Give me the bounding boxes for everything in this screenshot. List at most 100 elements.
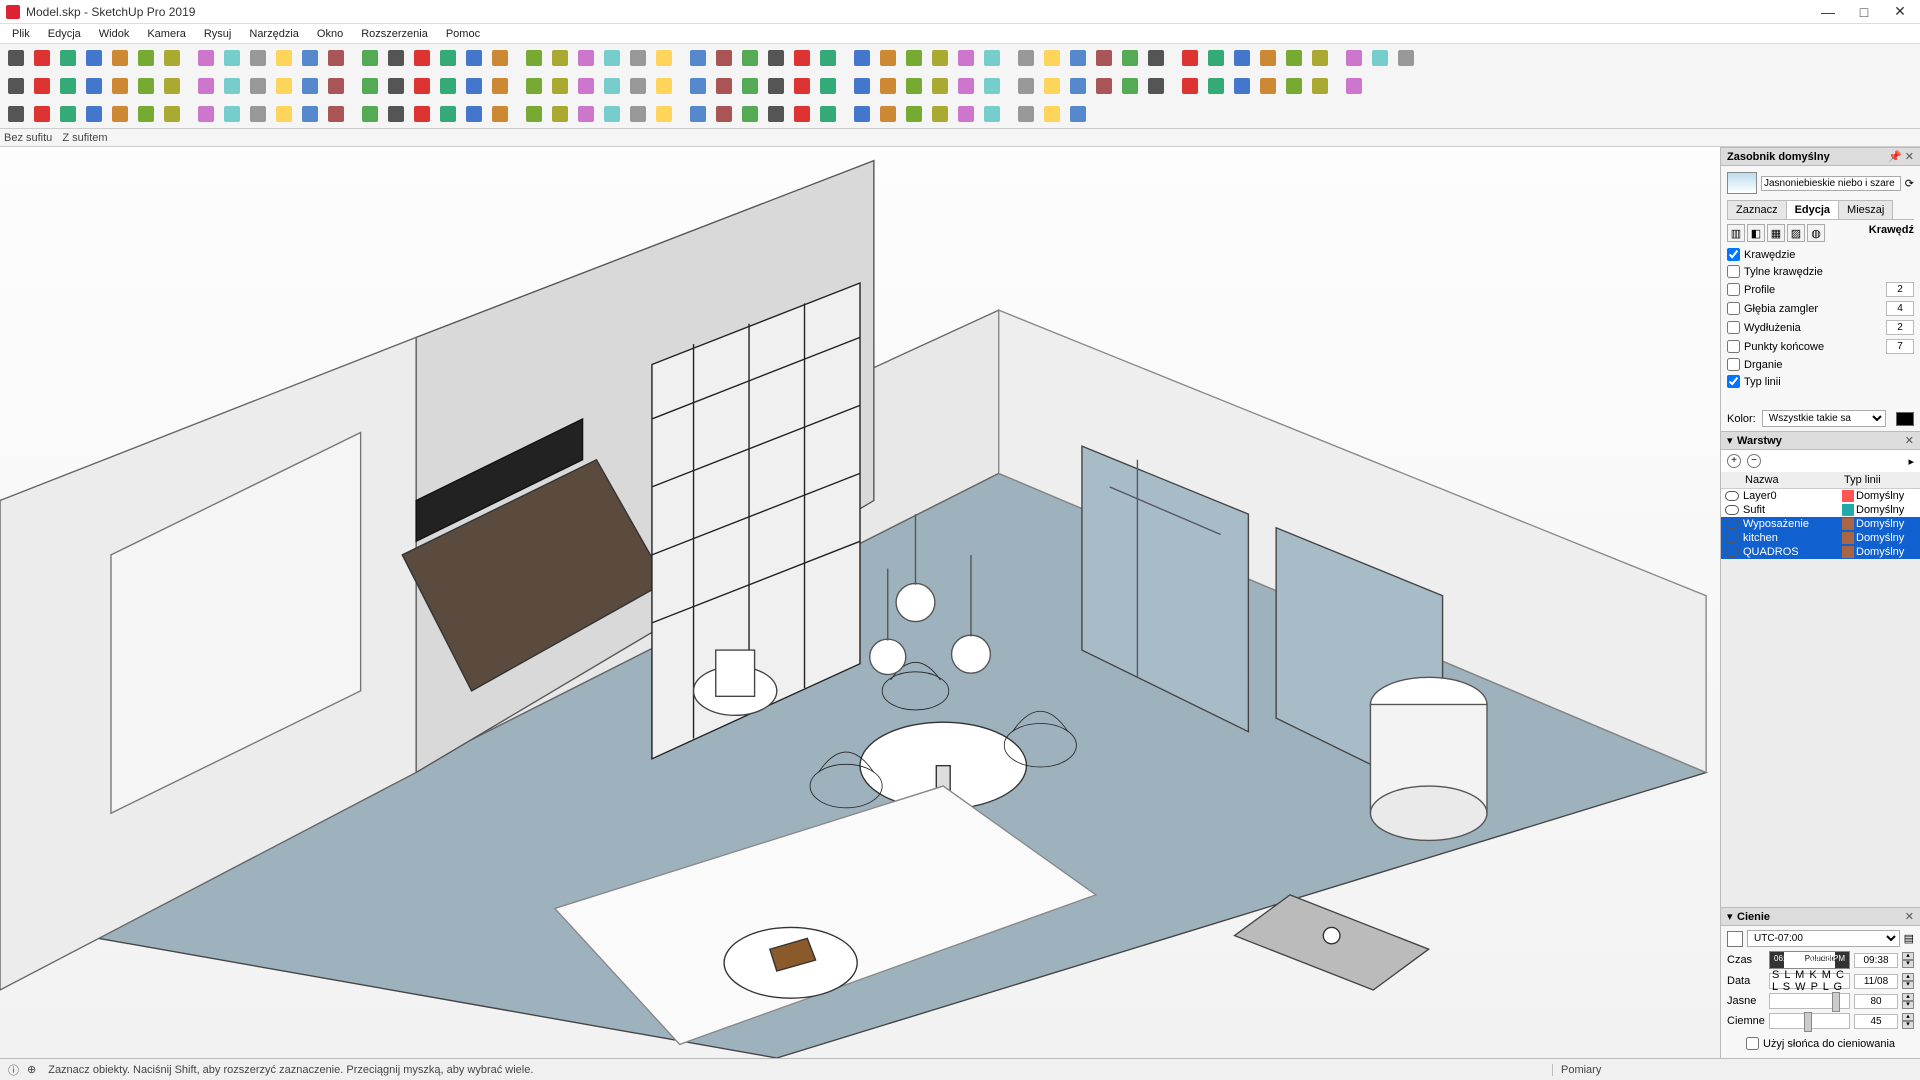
toolbar-button[interactable] — [1342, 46, 1366, 70]
toolbar-button[interactable] — [488, 74, 512, 98]
chk-ext[interactable] — [1727, 321, 1740, 334]
visibility-icon[interactable] — [1725, 547, 1739, 557]
menu-edit[interactable]: Edycja — [40, 26, 89, 42]
toolbar-button[interactable] — [850, 74, 874, 98]
bg-settings-icon[interactable]: ▦ — [1767, 224, 1785, 242]
layer-add-button[interactable]: + — [1727, 454, 1741, 468]
toolbar-button[interactable] — [324, 46, 348, 70]
toolbar-button[interactable] — [384, 46, 408, 70]
scene-tab-1[interactable]: Bez sufitu — [4, 132, 52, 144]
toolbar-button[interactable] — [1308, 46, 1332, 70]
toolbar-button[interactable] — [686, 102, 710, 126]
tab-select[interactable]: Zaznacz — [1727, 200, 1787, 219]
menu-window[interactable]: Okno — [309, 26, 351, 42]
chk-endp[interactable] — [1727, 340, 1740, 353]
toolbar-button[interactable] — [790, 46, 814, 70]
toolbar-button[interactable] — [194, 46, 218, 70]
dark-value[interactable]: 45 — [1854, 1014, 1898, 1029]
chk-depth[interactable] — [1727, 302, 1740, 315]
tray-header[interactable]: Zasobnik domyślny 📌 ✕ — [1721, 147, 1920, 166]
toolbar-button[interactable] — [816, 46, 840, 70]
layers-menu-icon[interactable]: ▸ — [1908, 455, 1914, 468]
val-endp[interactable]: 7 — [1886, 339, 1914, 354]
layer-row[interactable]: kitchen Domyślny — [1721, 531, 1920, 545]
tray-close-icon[interactable]: ✕ — [1902, 150, 1914, 163]
toolbar-button[interactable] — [928, 74, 952, 98]
layer-color[interactable] — [1842, 518, 1854, 530]
toolbar-button[interactable] — [928, 46, 952, 70]
layer-color[interactable] — [1842, 490, 1854, 502]
tray-pin-icon[interactable]: 📌 — [1888, 150, 1902, 163]
toolbar-button[interactable] — [462, 102, 486, 126]
toolbar-button[interactable] — [108, 102, 132, 126]
toolbar-button[interactable] — [764, 46, 788, 70]
toolbar-button[interactable] — [1368, 46, 1392, 70]
toolbar-button[interactable] — [82, 74, 106, 98]
toolbar-button[interactable] — [56, 102, 80, 126]
toolbar-button[interactable] — [1178, 74, 1202, 98]
toolbar-button[interactable] — [1118, 46, 1142, 70]
toolbar-button[interactable] — [1144, 46, 1168, 70]
toolbar-button[interactable] — [686, 74, 710, 98]
date-value[interactable]: 11/08 — [1854, 974, 1898, 989]
shadows-header[interactable]: ▾ Cienie ✕ — [1721, 907, 1920, 926]
toolbar-button[interactable] — [1014, 46, 1038, 70]
layer-color[interactable] — [1842, 532, 1854, 544]
layers-header[interactable]: ▾ Warstwy ✕ — [1721, 431, 1920, 450]
toolbar-button[interactable] — [522, 102, 546, 126]
toolbar-button[interactable] — [738, 102, 762, 126]
toolbar-button[interactable] — [194, 102, 218, 126]
toolbar-button[interactable] — [686, 46, 710, 70]
visibility-icon[interactable] — [1725, 533, 1739, 543]
toolbar-button[interactable] — [358, 46, 382, 70]
minimize-button[interactable]: — — [1814, 2, 1842, 22]
layer-color[interactable] — [1842, 504, 1854, 516]
toolbar-button[interactable] — [902, 74, 926, 98]
toolbar-button[interactable] — [1040, 102, 1064, 126]
toolbar-button[interactable] — [1092, 46, 1116, 70]
toolbar-button[interactable] — [272, 46, 296, 70]
toolbar-button[interactable] — [220, 74, 244, 98]
toolbar-button[interactable] — [358, 74, 382, 98]
toolbar-button[interactable] — [954, 74, 978, 98]
time-slider[interactable]: 06:42 AM Południe 04:46 PM — [1769, 951, 1850, 969]
chk-edges[interactable] — [1727, 248, 1740, 261]
dark-slider[interactable] — [1769, 1013, 1850, 1029]
toolbar-button[interactable] — [1144, 74, 1168, 98]
menu-extensions[interactable]: Rozszerzenia — [353, 26, 436, 42]
layer-row[interactable]: QUADROS Domyślny — [1721, 545, 1920, 559]
toolbar-button[interactable] — [324, 102, 348, 126]
toolbar-button[interactable] — [298, 46, 322, 70]
toolbar-button[interactable] — [1092, 74, 1116, 98]
toolbar-button[interactable] — [712, 102, 736, 126]
val-profiles[interactable]: 2 — [1886, 282, 1914, 297]
toolbar-button[interactable] — [850, 102, 874, 126]
toolbar-button[interactable] — [738, 46, 762, 70]
color-swatch[interactable] — [1896, 412, 1914, 426]
tab-mix[interactable]: Mieszaj — [1838, 200, 1893, 219]
toolbar-button[interactable] — [246, 102, 270, 126]
toolbar-button[interactable] — [160, 74, 184, 98]
toolbar-button[interactable] — [4, 102, 28, 126]
toolbar-button[interactable] — [1282, 74, 1306, 98]
toolbar-button[interactable] — [1066, 102, 1090, 126]
chk-linetype[interactable] — [1727, 375, 1740, 388]
shadows-close-icon[interactable]: ✕ — [1905, 910, 1914, 923]
style-name-input[interactable] — [1761, 176, 1901, 191]
light-value[interactable]: 80 — [1854, 994, 1898, 1009]
toolbar-button[interactable] — [626, 102, 650, 126]
date-slider[interactable]: S L M K M C L S W P L G — [1769, 973, 1850, 989]
toolbar-button[interactable] — [790, 102, 814, 126]
time-up[interactable]: ▴ — [1902, 952, 1914, 960]
toolbar-button[interactable] — [1230, 74, 1254, 98]
toolbar-button[interactable] — [522, 74, 546, 98]
toolbar-button[interactable] — [194, 74, 218, 98]
scene-tab-2[interactable]: Z sufitem — [62, 132, 107, 144]
toolbar-button[interactable] — [712, 74, 736, 98]
toolbar-button[interactable] — [108, 46, 132, 70]
toolbar-button[interactable] — [1178, 46, 1202, 70]
toolbar-button[interactable] — [548, 74, 572, 98]
toolbar-button[interactable] — [876, 74, 900, 98]
toolbar-button[interactable] — [548, 102, 572, 126]
chk-use-sun[interactable] — [1746, 1037, 1759, 1050]
